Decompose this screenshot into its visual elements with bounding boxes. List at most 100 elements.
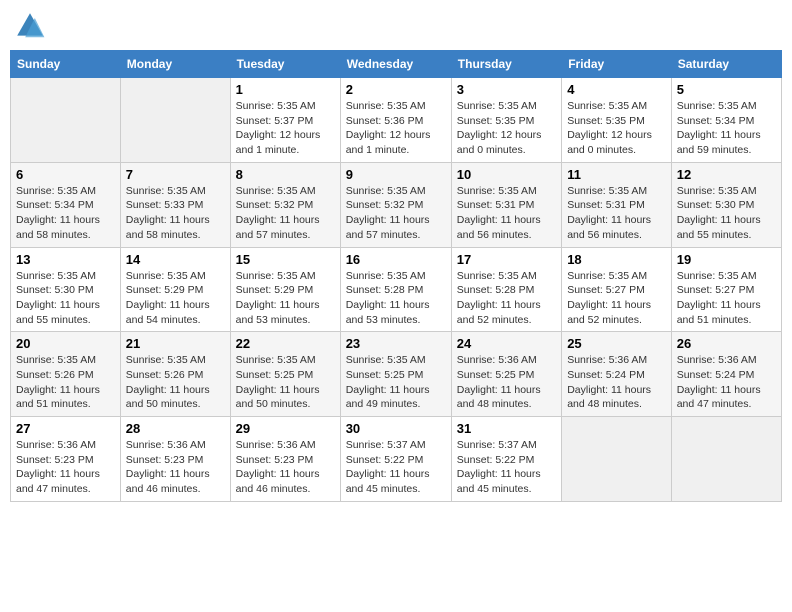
day-info: Sunrise: 5:37 AMSunset: 5:22 PMDaylight:…	[457, 438, 556, 497]
day-number: 17	[457, 252, 556, 267]
day-number: 2	[346, 82, 446, 97]
day-number: 1	[236, 82, 335, 97]
day-number: 7	[126, 167, 225, 182]
calendar-week-row: 20 Sunrise: 5:35 AMSunset: 5:26 PMDayligh…	[11, 332, 782, 417]
day-number: 30	[346, 421, 446, 436]
sunrise-text: Sunrise: 5:35 AM	[126, 269, 225, 284]
day-info: Sunrise: 5:35 AMSunset: 5:26 PMDaylight:…	[126, 353, 225, 412]
calendar-cell	[120, 78, 230, 163]
sunset-text: Sunset: 5:22 PM	[346, 453, 446, 468]
sunrise-text: Sunrise: 5:35 AM	[236, 269, 335, 284]
sunset-text: Sunset: 5:22 PM	[457, 453, 556, 468]
calendar-cell: 15Sunrise: 5:35 AMSunset: 5:29 PMDayligh…	[230, 247, 340, 332]
daylight-text: Daylight: 11 hours and 51 minutes.	[677, 298, 776, 327]
day-info: Sunrise: 5:36 AMSunset: 5:23 PMDaylight:…	[126, 438, 225, 497]
sunrise-text: Sunrise: 5:35 AM	[567, 99, 666, 114]
sunset-text: Sunset: 5:32 PM	[346, 198, 446, 213]
sunrise-text: Sunrise: 5:36 AM	[236, 438, 335, 453]
sunrise-text: Sunrise: 5:36 AM	[567, 353, 666, 368]
day-info: Sunrise: 5:35 AMSunset: 5:34 PMDaylight:…	[16, 184, 115, 243]
sunrise-text: Sunrise: 5:35 AM	[457, 184, 556, 199]
sunset-text: Sunset: 5:28 PM	[346, 283, 446, 298]
day-number: 12	[677, 167, 776, 182]
sunset-text: Sunset: 5:35 PM	[567, 114, 666, 129]
day-number: 27	[16, 421, 115, 436]
daylight-text: Daylight: 12 hours and 0 minutes.	[567, 128, 666, 157]
day-info: Sunrise: 5:35 AMSunset: 5:30 PMDaylight:…	[16, 269, 115, 328]
calendar-cell: 21 Sunrise: 5:35 AMSunset: 5:26 PMDayligh…	[120, 332, 230, 417]
daylight-text: Daylight: 11 hours and 45 minutes.	[457, 467, 556, 496]
sunset-text: Sunset: 5:23 PM	[236, 453, 335, 468]
calendar-cell: 9Sunrise: 5:35 AMSunset: 5:32 PMDaylight…	[340, 162, 451, 247]
daylight-text: Daylight: 11 hours and 52 minutes.	[457, 298, 556, 327]
sunset-text: Sunset: 5:25 PM	[236, 368, 335, 383]
sunset-text: Sunset: 5:37 PM	[236, 114, 335, 129]
sunrise-text: Sunrise: 5:35 AM	[677, 184, 776, 199]
day-info: Sunrise: 5:36 AMSunset: 5:24 PMDaylight:…	[567, 353, 666, 412]
daylight-text: Daylight: 11 hours and 52 minutes.	[567, 298, 666, 327]
day-info: Sunrise: 5:35 AMSunset: 5:26 PMDaylight:…	[16, 353, 115, 412]
column-header-thursday: Thursday	[451, 51, 561, 78]
daylight-text: Daylight: 11 hours and 46 minutes.	[236, 467, 335, 496]
day-info: Sunrise: 5:36 AMSunset: 5:23 PMDaylight:…	[16, 438, 115, 497]
day-number: 13	[16, 252, 115, 267]
sunrise-text: Sunrise: 5:35 AM	[567, 269, 666, 284]
calendar-table: SundayMondayTuesdayWednesdayThursdayFrid…	[10, 50, 782, 502]
calendar-cell: 30 Sunrise: 5:37 AMSunset: 5:22 PMDayligh…	[340, 417, 451, 502]
day-info: Sunrise: 5:37 AMSunset: 5:22 PMDaylight:…	[346, 438, 446, 497]
sunrise-text: Sunrise: 5:35 AM	[346, 353, 446, 368]
sunrise-text: Sunrise: 5:35 AM	[126, 353, 225, 368]
daylight-text: Daylight: 11 hours and 48 minutes.	[457, 383, 556, 412]
daylight-text: Daylight: 11 hours and 49 minutes.	[346, 383, 446, 412]
day-number: 11	[567, 167, 666, 182]
calendar-cell: 13 Sunrise: 5:35 AMSunset: 5:30 PMDayligh…	[11, 247, 121, 332]
day-info: Sunrise: 5:35 AMSunset: 5:29 PMDaylight:…	[126, 269, 225, 328]
day-number: 19	[677, 252, 776, 267]
daylight-text: Daylight: 11 hours and 57 minutes.	[236, 213, 335, 242]
day-number: 26	[677, 336, 776, 351]
day-number: 21	[126, 336, 225, 351]
day-info: Sunrise: 5:36 AMSunset: 5:24 PMDaylight:…	[677, 353, 776, 412]
day-info: Sunrise: 5:35 AMSunset: 5:36 PMDaylight:…	[346, 99, 446, 158]
sunset-text: Sunset: 5:28 PM	[457, 283, 556, 298]
sunrise-text: Sunrise: 5:35 AM	[346, 184, 446, 199]
calendar-cell: 26 Sunrise: 5:36 AMSunset: 5:24 PMDayligh…	[671, 332, 781, 417]
sunset-text: Sunset: 5:24 PM	[677, 368, 776, 383]
day-info: Sunrise: 5:35 AMSunset: 5:25 PMDaylight:…	[346, 353, 446, 412]
day-info: Sunrise: 5:35 AMSunset: 5:27 PMDaylight:…	[677, 269, 776, 328]
calendar-cell: 8Sunrise: 5:35 AMSunset: 5:32 PMDaylight…	[230, 162, 340, 247]
daylight-text: Daylight: 11 hours and 56 minutes.	[567, 213, 666, 242]
calendar-week-row: 1Sunrise: 5:35 AMSunset: 5:37 PMDaylight…	[11, 78, 782, 163]
daylight-text: Daylight: 11 hours and 56 minutes.	[457, 213, 556, 242]
calendar-cell	[562, 417, 672, 502]
daylight-text: Daylight: 11 hours and 46 minutes.	[126, 467, 225, 496]
day-info: Sunrise: 5:36 AMSunset: 5:25 PMDaylight:…	[457, 353, 556, 412]
calendar-cell: 27 Sunrise: 5:36 AMSunset: 5:23 PMDayligh…	[11, 417, 121, 502]
column-header-tuesday: Tuesday	[230, 51, 340, 78]
calendar-cell: 1 Sunrise: 5:35 AMSunset: 5:37 PMDaylight…	[230, 78, 340, 163]
calendar-cell: 18Sunrise: 5:35 AMSunset: 5:27 PMDayligh…	[562, 247, 672, 332]
calendar-header-row: SundayMondayTuesdayWednesdayThursdayFrid…	[11, 51, 782, 78]
sunrise-text: Sunrise: 5:36 AM	[457, 353, 556, 368]
sunrise-text: Sunrise: 5:35 AM	[567, 184, 666, 199]
calendar-cell: 6 Sunrise: 5:35 AMSunset: 5:34 PMDaylight…	[11, 162, 121, 247]
day-info: Sunrise: 5:35 AMSunset: 5:31 PMDaylight:…	[567, 184, 666, 243]
day-number: 20	[16, 336, 115, 351]
calendar-cell: 28Sunrise: 5:36 AMSunset: 5:23 PMDayligh…	[120, 417, 230, 502]
calendar-cell: 5Sunrise: 5:35 AMSunset: 5:34 PMDaylight…	[671, 78, 781, 163]
sunset-text: Sunset: 5:30 PM	[16, 283, 115, 298]
day-info: Sunrise: 5:35 AMSunset: 5:32 PMDaylight:…	[346, 184, 446, 243]
daylight-text: Daylight: 11 hours and 58 minutes.	[16, 213, 115, 242]
day-number: 15	[236, 252, 335, 267]
sunrise-text: Sunrise: 5:35 AM	[236, 184, 335, 199]
day-number: 6	[16, 167, 115, 182]
daylight-text: Daylight: 11 hours and 59 minutes.	[677, 128, 776, 157]
daylight-text: Daylight: 11 hours and 54 minutes.	[126, 298, 225, 327]
day-info: Sunrise: 5:35 AMSunset: 5:37 PMDaylight:…	[236, 99, 335, 158]
calendar-cell: 16Sunrise: 5:35 AMSunset: 5:28 PMDayligh…	[340, 247, 451, 332]
day-number: 10	[457, 167, 556, 182]
column-header-monday: Monday	[120, 51, 230, 78]
logo	[14, 10, 50, 42]
sunrise-text: Sunrise: 5:35 AM	[346, 269, 446, 284]
day-info: Sunrise: 5:35 AMSunset: 5:34 PMDaylight:…	[677, 99, 776, 158]
